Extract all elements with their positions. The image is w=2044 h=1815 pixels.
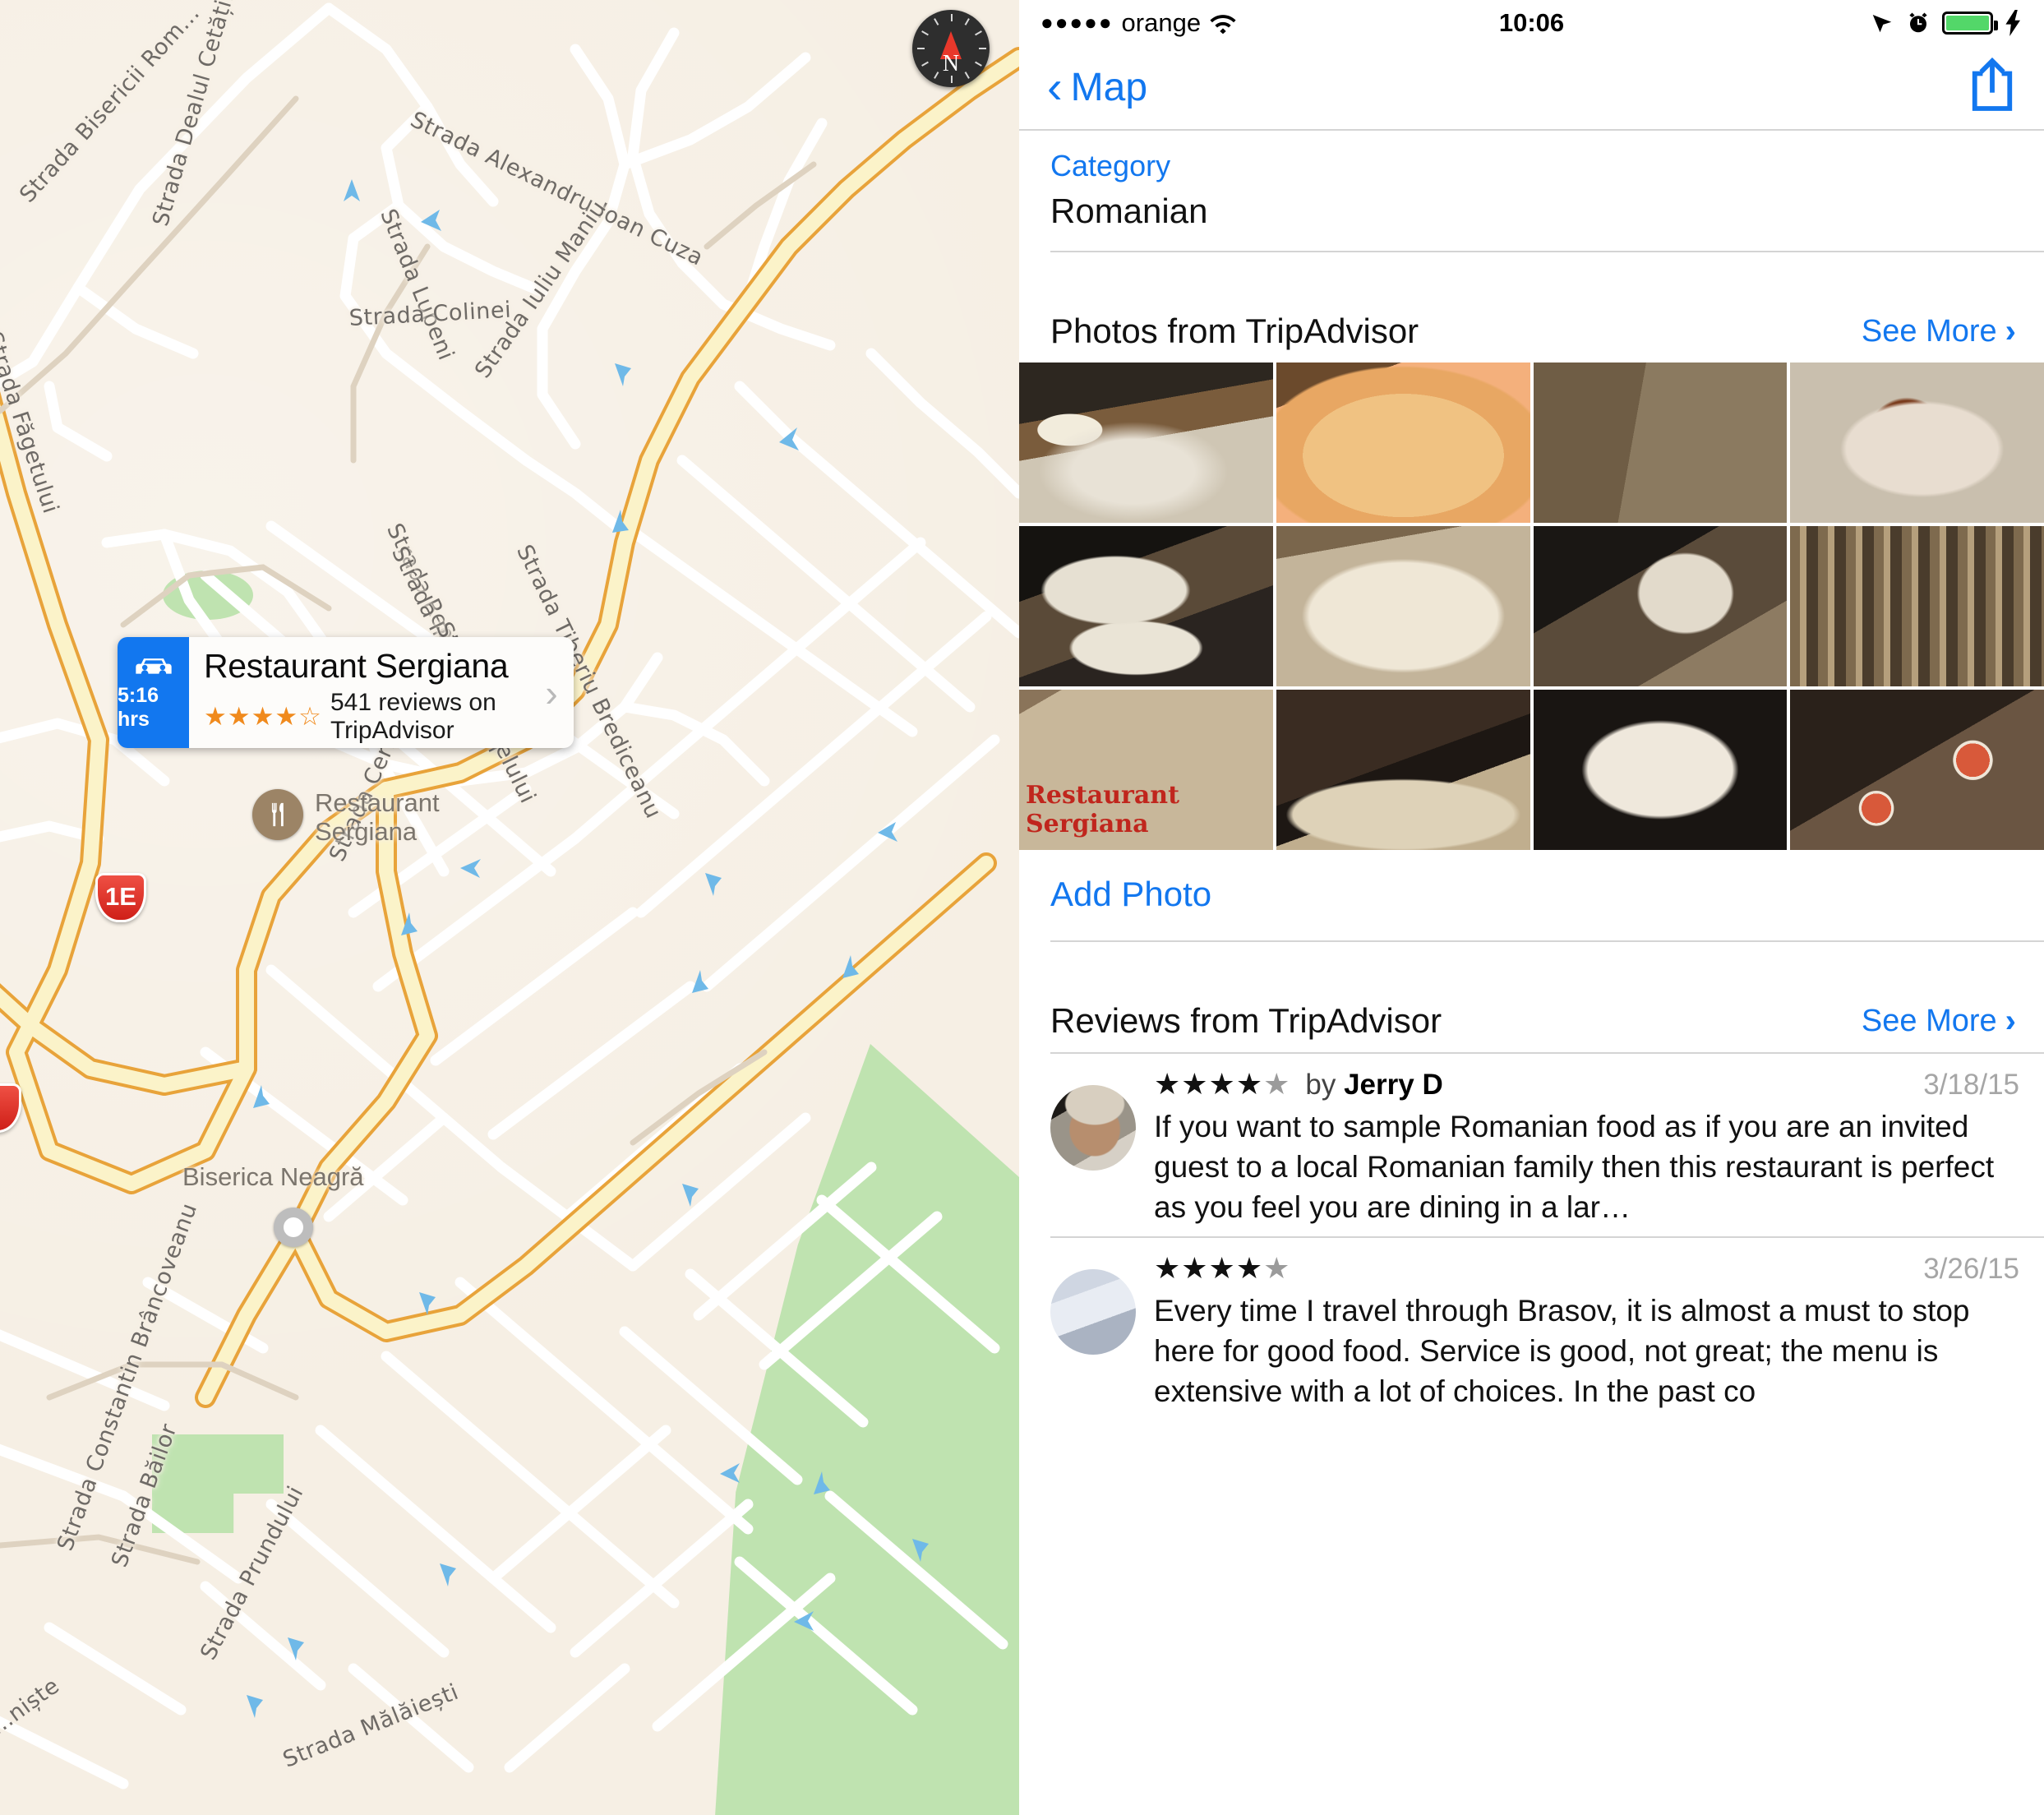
add-photo-button[interactable]: Add Photo [1050,875,1211,913]
category-value: Romanian [1050,192,1208,230]
reviews-section-title: Reviews from TripAdvisor [1050,1001,1442,1040]
category-row[interactable]: Category Romanian [1019,131,2044,251]
photo-thumbnail[interactable] [1533,526,1788,686]
review-item[interactable]: ★★★★★ by Jerry D 3/18/15 If you want to … [1019,1054,2044,1236]
photo-thumbnail[interactable] [1276,363,1530,523]
map-roads [0,2,1019,1790]
category-label: Category [1050,149,1171,182]
photo-thumbnail[interactable] [1790,526,2044,686]
photo-thumbnail[interactable] [1276,526,1530,686]
callout-eta-text: 5:16 hrs [118,683,159,731]
photo-thumbnail[interactable] [1790,690,2044,850]
photos-section-header: Photos from TripAdvisor See More › [1019,290,2044,363]
callout-title: Restaurant Sergiana [204,647,509,685]
review-date: 3/18/15 [1923,1069,2019,1101]
photo-thumbnail[interactable] [1533,363,1788,523]
restaurant-sergiana-pin[interactable] [252,789,303,840]
photo-thumbnail[interactable] [1019,526,1273,686]
compass-icon[interactable]: N [912,10,990,87]
navigation-bar: ‹ Map [1019,45,2044,129]
photo-thumbnail-sergiana-sign[interactable]: Restaurant Sergiana [1019,690,1273,850]
back-button-label: Map [1070,65,1148,109]
photos-section-title: Photos from TripAdvisor [1050,312,1419,350]
photo-thumbnail[interactable] [1276,690,1530,850]
app-root: Strada Bisericii Rom... Strada Dealul Ce… [0,0,2044,1815]
reviews-see-more-button[interactable]: See More › [1862,1003,2016,1040]
photos-see-more-button[interactable]: See More › [1862,313,2016,350]
callout-chevron-right-icon[interactable]: › [529,637,574,748]
battery-icon [1942,11,1998,35]
status-bar-clock: 10:06 [1498,7,1565,37]
map-pane[interactable]: Strada Bisericii Rom... Strada Dealul Ce… [0,0,1019,1815]
photo-caption: Restaurant Sergiana [1026,781,1179,838]
photos-see-more-label: See More [1861,313,1997,349]
reviewer-avatar [1050,1268,1136,1355]
callout-reviews-text: 541 reviews on TripAdvisor [330,689,496,744]
chevron-right-icon: › [2005,312,2016,349]
map-callout-bubble[interactable]: 5:16 hrs Restaurant Sergiana ★★★★☆ 541 r… [118,637,574,748]
place-detail-pane: ●●●●● orange 10:06 ‹ Map Category Romani… [1019,0,2044,1815]
review-stars: ★★★★★ [1154,1250,1291,1285]
share-icon [1972,57,2013,111]
callout-stars: ★★★★☆ [204,702,322,731]
review-date: 3/26/15 [1923,1252,2019,1285]
biserica-neagra-pin[interactable] [274,1208,313,1247]
share-button[interactable] [1968,57,2016,118]
review-text: Every time I travel through Brasov, it i… [1154,1293,1970,1409]
review-item[interactable]: ★★★★★ 3/26/15 Every time I travel throug… [1019,1238,2044,1420]
add-photo-row[interactable]: Add Photo [1019,850,2044,940]
photo-thumbnail[interactable] [1533,690,1788,850]
review-text: If you want to sample Romanian food as i… [1154,1110,1995,1225]
reviews-see-more-label: See More [1861,1003,1997,1038]
restaurant-fork-knife-icon [271,802,284,827]
review-stars: ★★★★★ [1154,1067,1291,1101]
review-byline: by Jerry D [1305,1069,1443,1101]
chevron-right-icon: › [2005,1002,2016,1039]
photo-thumbnail[interactable] [1790,363,2044,523]
chevron-left-icon: ‹ [1047,61,1063,113]
photo-thumbnail[interactable] [1019,363,1273,523]
restaurant-sergiana-label: Restaurant Sergiana [315,788,440,846]
back-to-map-button[interactable]: ‹ Map [1047,64,1147,110]
tripadvisor-photo-grid[interactable]: Restaurant Sergiana [1019,363,2044,850]
biserica-neagra-label: Biserica Neagră [182,1162,364,1191]
reviewer-avatar [1050,1085,1136,1171]
compass-north-letter: N [942,51,960,76]
callout-eta-badge[interactable]: 5:16 hrs [118,637,189,748]
reviews-section-header: Reviews from TripAdvisor See More › [1019,980,2044,1052]
status-bar: ●●●●● orange 10:06 [1019,0,2044,45]
car-icon [135,658,172,674]
